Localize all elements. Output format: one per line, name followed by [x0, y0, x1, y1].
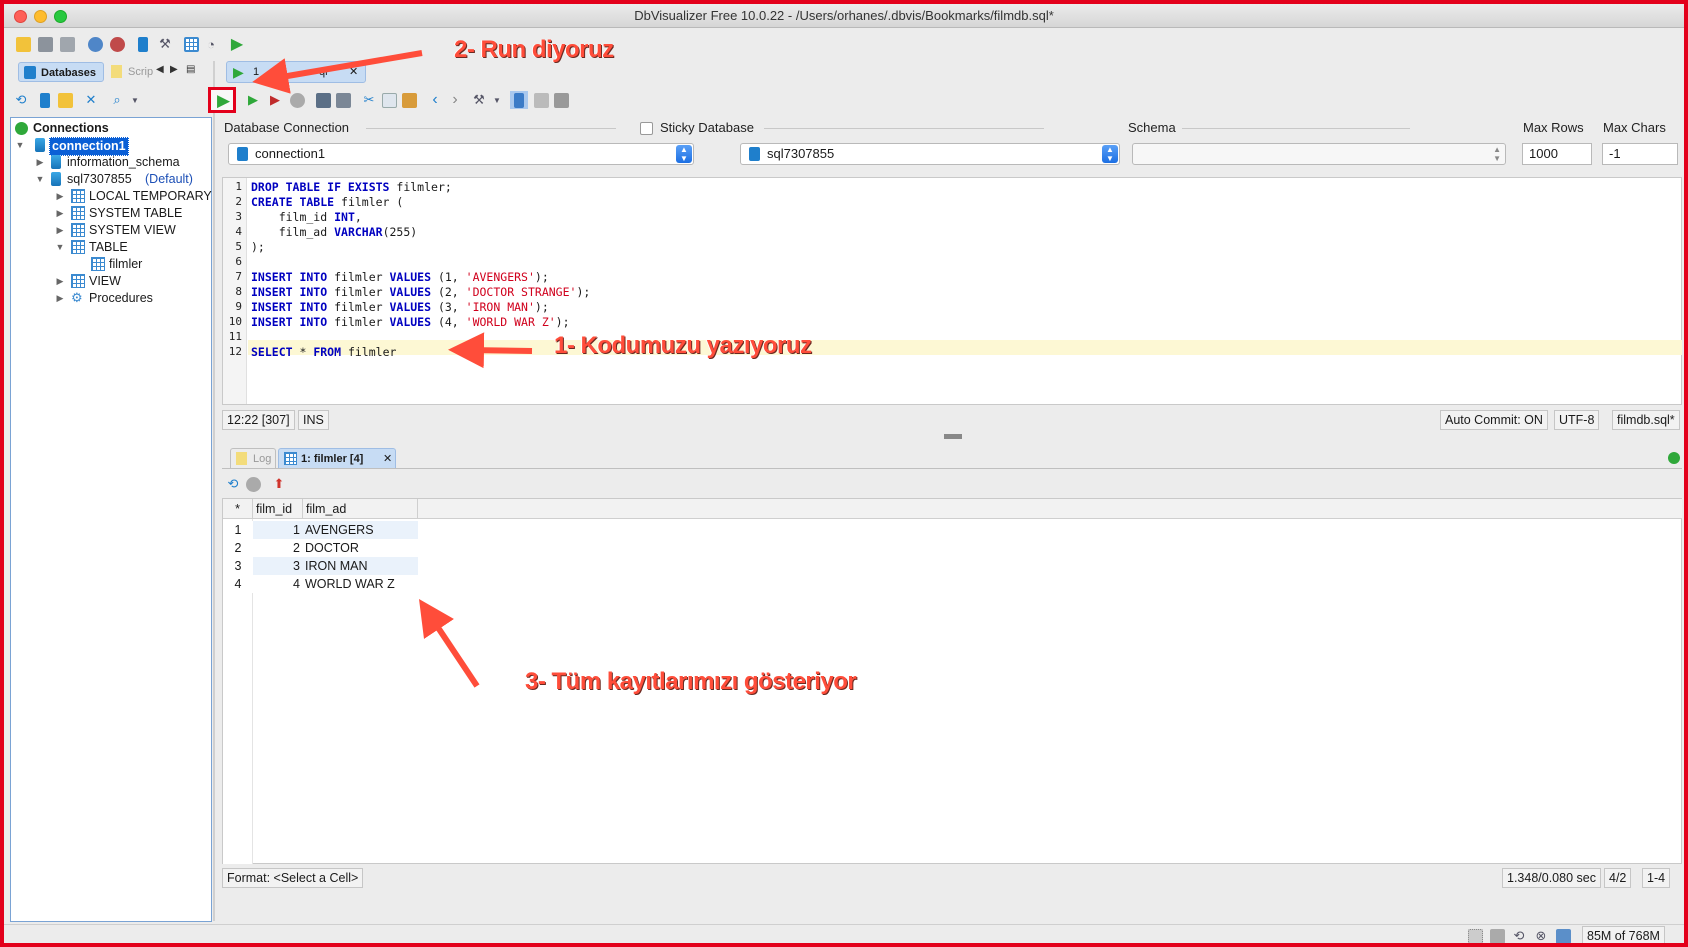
annotation-arrows [252, 50, 533, 688]
arrow-step2-icon [252, 50, 423, 94]
annotation-step1: 1- Kodumuzu yazıyoruz [554, 332, 812, 359]
annotation-step2: 2- Run diyoruz [454, 36, 614, 63]
annotation-step3: 3- Tüm kayıtlarımızı gösteriyor [525, 668, 857, 695]
arrow-step3-icon [419, 599, 480, 688]
arrow-step1-icon [448, 332, 533, 369]
app-window: DbVisualizer Free 10.0.22 - /Users/orhan… [0, 0, 1688, 947]
